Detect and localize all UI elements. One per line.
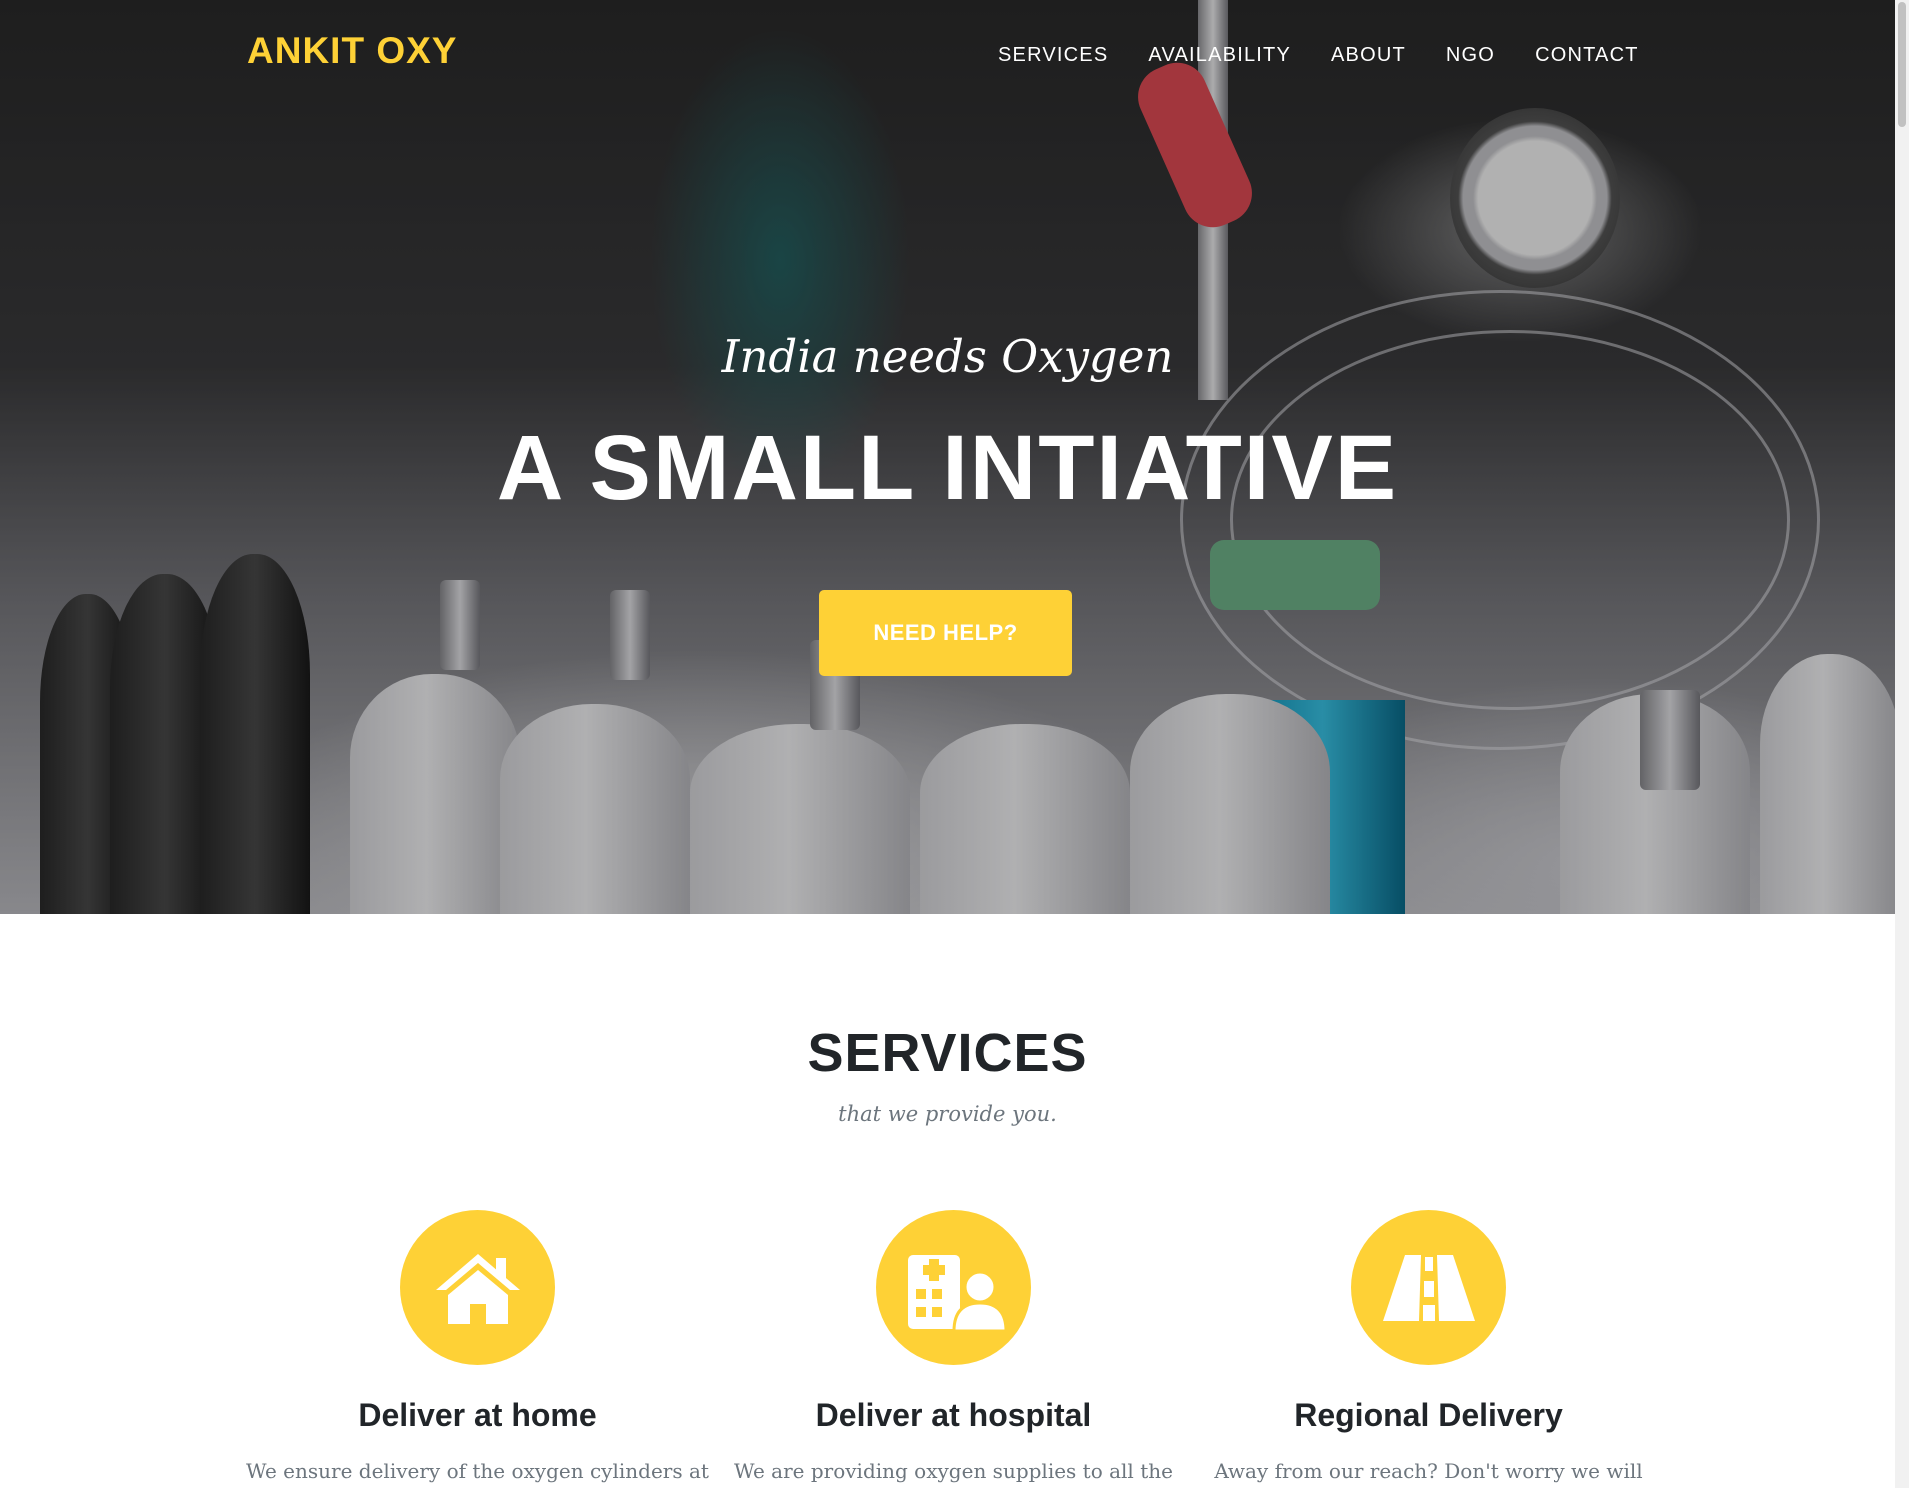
services-heading: SERVICES <box>807 1023 1088 1083</box>
service-description: Away from our reach? Don't worry we will <box>1214 1459 1643 1483</box>
scrollbar-thumb[interactable] <box>1898 2 1906 127</box>
service-title: Regional Delivery <box>1294 1397 1563 1433</box>
service-description: We ensure delivery of the oxygen cylinde… <box>246 1459 709 1483</box>
service-description: We are providing oxygen supplies to all … <box>734 1459 1173 1483</box>
road-icon <box>1351 1210 1506 1365</box>
hero-subtitle: India needs Oxygen <box>721 330 1174 383</box>
nav-about[interactable]: ABOUT <box>1331 44 1406 67</box>
brand-logo[interactable]: ANKIT OXY <box>247 30 457 72</box>
nav-services[interactable]: SERVICES <box>998 44 1108 67</box>
service-card: Deliver at home We ensure delivery of th… <box>240 1210 715 1486</box>
service-title: Deliver at home <box>358 1397 597 1433</box>
service-title: Deliver at hospital <box>815 1397 1092 1433</box>
nav-availability[interactable]: AVAILABILITY <box>1148 44 1291 67</box>
need-help-button[interactable]: NEED HELP? <box>819 590 1072 676</box>
nav-contact[interactable]: CONTACT <box>1535 44 1639 67</box>
main-nav: SERVICES AVAILABILITY ABOUT NGO CONTACT <box>998 44 1639 67</box>
services-subheading: that we provide you. <box>838 1102 1057 1126</box>
hospital-user-icon <box>876 1210 1031 1365</box>
nav-ngo[interactable]: NGO <box>1446 44 1495 67</box>
service-card: Regional Delivery Away from our reach? D… <box>1191 1210 1666 1486</box>
home-icon <box>400 1210 555 1365</box>
hero-title: A SMALL INTIATIVE <box>496 417 1399 519</box>
page-scrollbar[interactable] <box>1895 0 1909 1488</box>
service-card: Deliver at hospital We are providing oxy… <box>716 1210 1191 1486</box>
hero-section: ANKIT OXY SERVICES AVAILABILITY ABOUT NG… <box>0 0 1895 914</box>
